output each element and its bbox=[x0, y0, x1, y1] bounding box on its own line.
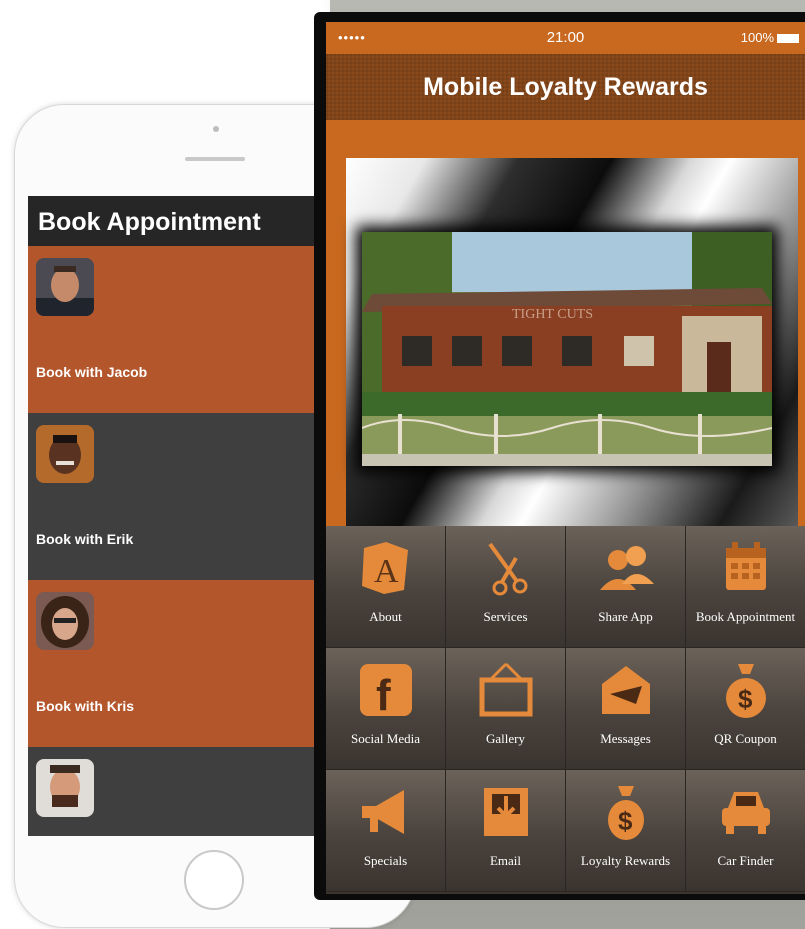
svg-text:f: f bbox=[376, 671, 391, 720]
tile-label: Book Appointment bbox=[695, 609, 796, 624]
app-title: Mobile Loyalty Rewards bbox=[326, 54, 805, 120]
svg-text:$: $ bbox=[738, 684, 753, 714]
svg-text:A: A bbox=[374, 553, 399, 590]
tile-label: Social Media bbox=[351, 731, 420, 746]
list-item-label: Book with Kris bbox=[36, 698, 135, 714]
tile-gallery[interactable]: Gallery bbox=[446, 648, 566, 770]
tile-car-finder[interactable]: Car Finder bbox=[686, 770, 805, 892]
book-row-kris[interactable]: Book with Kris bbox=[28, 580, 328, 747]
tile-label: Services bbox=[483, 609, 528, 624]
tile-share-app[interactable]: Share App bbox=[566, 526, 686, 648]
money-bag-icon: $ bbox=[726, 664, 766, 718]
calendar-icon bbox=[726, 542, 766, 590]
tile-services[interactable]: Services bbox=[446, 526, 566, 648]
battery-indicator: 100% bbox=[741, 30, 799, 45]
tile-label: Share App bbox=[598, 609, 653, 624]
book-appointment-title: Book Appointment bbox=[28, 196, 328, 246]
storefront-photo: TIGHT CUTS bbox=[362, 232, 772, 466]
tile-about[interactable]: A About bbox=[326, 526, 446, 648]
tile-label: Messages bbox=[600, 731, 651, 746]
tile-specials[interactable]: Specials bbox=[326, 770, 446, 892]
car-icon bbox=[722, 792, 770, 834]
tile-book-appointment[interactable]: Book Appointment bbox=[686, 526, 805, 648]
tile-label: Gallery bbox=[486, 731, 525, 746]
loyalty-app-screen: ••••• 21:00 100% Mobile Loyalty Rewards … bbox=[326, 22, 805, 894]
tile-loyalty-rewards[interactable]: $ Loyalty Rewards bbox=[566, 770, 686, 892]
scissors-icon bbox=[488, 542, 528, 596]
avatar bbox=[36, 759, 94, 817]
book-row-jacob[interactable]: Book with Jacob bbox=[28, 246, 328, 413]
tile-email[interactable]: Email bbox=[446, 770, 566, 892]
envelope-icon bbox=[602, 666, 650, 714]
tile-label: About bbox=[369, 609, 402, 624]
book-row-fourth[interactable] bbox=[28, 747, 328, 836]
tile-messages[interactable]: Messages bbox=[566, 648, 686, 770]
tile-qr-coupon[interactable]: $ QR Coupon bbox=[686, 648, 805, 770]
tile-label: QR Coupon bbox=[714, 731, 777, 746]
avatar bbox=[36, 425, 94, 483]
facebook-icon: f bbox=[360, 664, 412, 720]
megaphone-icon bbox=[362, 790, 404, 834]
status-time: 21:00 bbox=[546, 29, 585, 46]
feature-grid: A About Services Share App Book Appointm… bbox=[326, 526, 805, 894]
inbox-icon bbox=[484, 788, 528, 836]
tile-label: Car Finder bbox=[717, 853, 774, 868]
phone-speaker bbox=[185, 157, 245, 161]
status-bar: ••••• 21:00 100% bbox=[326, 22, 805, 54]
avatar bbox=[36, 592, 94, 650]
tile-label: Specials bbox=[363, 853, 408, 868]
battery-percent: 100% bbox=[740, 30, 774, 45]
money-bag-icon: $ bbox=[608, 786, 644, 840]
book-appointment-screen: Book Appointment Book with Jacob Book wi… bbox=[28, 196, 328, 836]
avatar bbox=[36, 258, 94, 316]
about-icon: A bbox=[362, 542, 408, 594]
tile-label: Loyalty Rewards bbox=[580, 853, 671, 868]
share-users-icon bbox=[600, 546, 654, 590]
storefront-sign: TIGHT CUTS bbox=[512, 307, 593, 322]
book-row-erik[interactable]: Book with Erik bbox=[28, 413, 328, 580]
phone-camera bbox=[213, 126, 219, 132]
tile-label: Email bbox=[489, 853, 522, 868]
home-button[interactable] bbox=[184, 850, 244, 910]
battery-icon bbox=[777, 34, 799, 44]
picture-frame-icon bbox=[479, 662, 533, 717]
svg-text:$: $ bbox=[618, 806, 633, 836]
list-item-label: Book with Jacob bbox=[36, 364, 148, 380]
hero-banner: TIGHT CUTS bbox=[346, 158, 798, 528]
list-item-label: Book with Erik bbox=[36, 531, 134, 547]
tile-social-media[interactable]: f Social Media bbox=[326, 648, 446, 770]
